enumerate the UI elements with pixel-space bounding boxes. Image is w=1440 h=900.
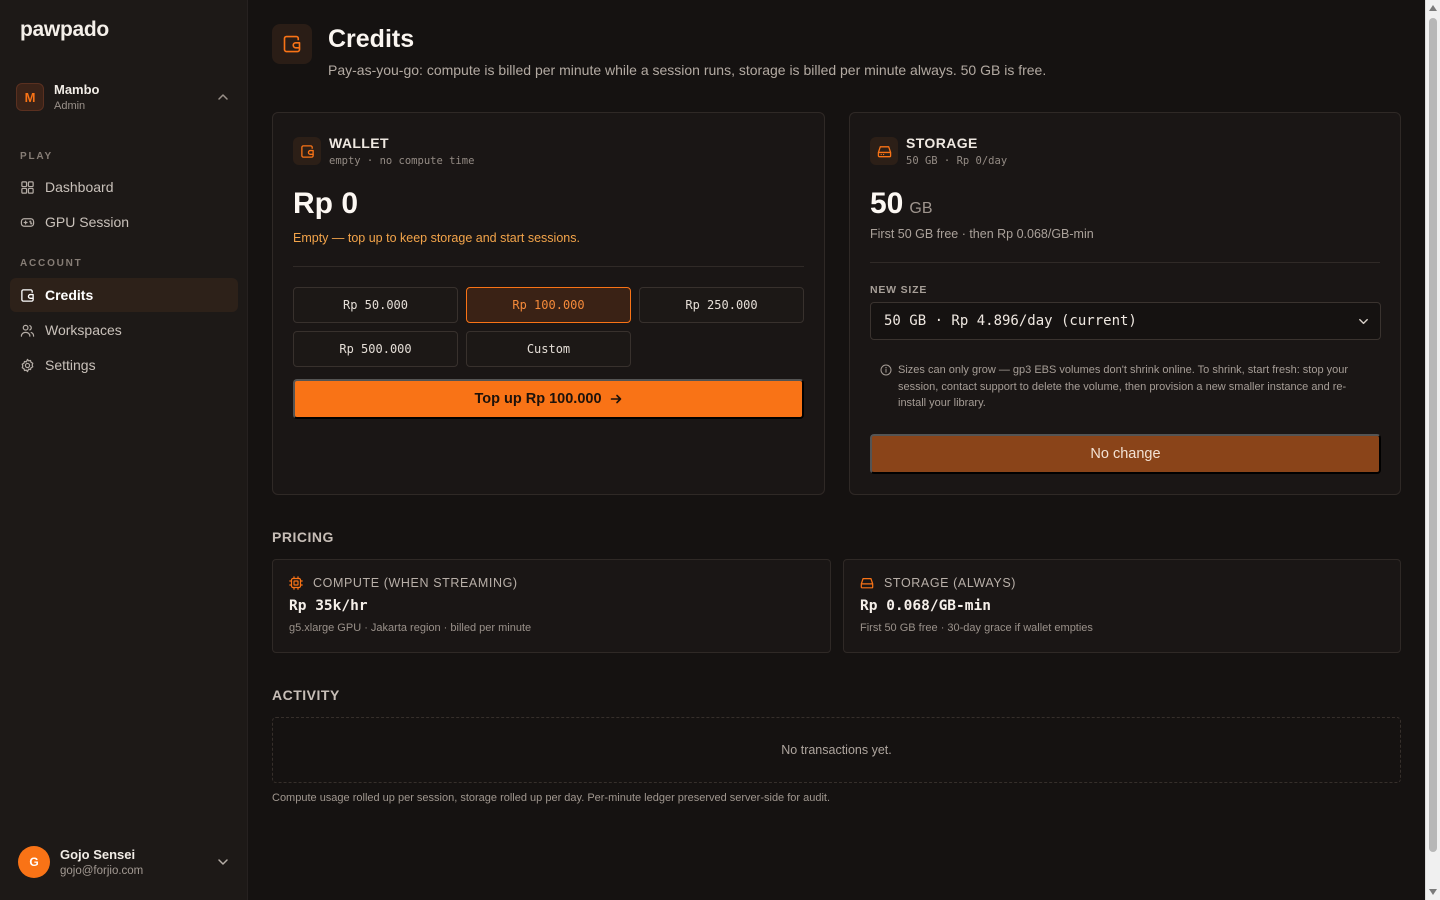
divider — [293, 266, 804, 267]
page-title: Credits — [328, 25, 415, 53]
storage-price: Rp 0.068/GB-min — [860, 598, 991, 614]
no-change-button[interactable]: No change — [870, 434, 1381, 474]
wallet-warning: Empty — top up to keep storage and start… — [293, 231, 580, 245]
compute-pricing-detail: g5.xlarge GPU · Jakarta region · billed … — [289, 622, 532, 634]
nav-section-play: PLAY — [20, 151, 53, 162]
user-menu[interactable]: G Gojo Sensei gojo@forjio.com — [18, 844, 238, 880]
wallet-balance: Rp 0 — [293, 187, 359, 220]
amount-option-custom[interactable]: Custom — [466, 331, 631, 367]
chevron-down-icon — [218, 859, 228, 865]
sidebar-item-label: Settings — [45, 357, 96, 373]
app-logo-text: pawpado — [20, 18, 109, 41]
storage-card: STORAGE 50 GB · Rp 0/day 50 GB First 50 G… — [849, 112, 1401, 495]
sidebar-item-label: Credits — [45, 287, 94, 303]
wallet-icon — [283, 35, 301, 53]
storage-note: Sizes can only grow — gp3 EBS volumes do… — [880, 362, 1370, 412]
org-role: Admin — [54, 100, 86, 112]
page-subtitle: Pay-as-you-go: compute is billed per min… — [328, 62, 1047, 78]
activity-title: ACTIVITY — [272, 687, 340, 703]
new-size-label: NEW SIZE — [870, 284, 928, 296]
storage-size-select[interactable]: 50 GB · Rp 4.896/day (current) — [870, 302, 1381, 340]
sidebar-item-label: Workspaces — [45, 322, 122, 338]
pricing-title: PRICING — [272, 529, 334, 545]
storage-size-unit: GB — [909, 200, 933, 217]
scroll-down-arrow-icon[interactable] — [1429, 889, 1437, 895]
app-logo[interactable]: pawpado — [20, 18, 109, 42]
wallet-card: WALLET empty · no compute time Rp 0 Empt… — [272, 112, 825, 495]
activity-footnote: Compute usage rolled up per session, sto… — [272, 792, 831, 804]
gamepad-icon — [20, 217, 35, 227]
org-avatar: M — [16, 83, 44, 111]
sidebar-item-settings[interactable]: Settings — [10, 348, 238, 382]
cpu-icon — [289, 576, 303, 590]
page-icon — [272, 24, 312, 64]
activity-empty-text: No transactions yet. — [781, 743, 892, 757]
storage-size-select-value: 50 GB · Rp 4.896/day (current) — [884, 313, 1137, 329]
sidebar-item-label: GPU Session — [45, 214, 130, 230]
nav-section-account: ACCOUNT — [20, 258, 83, 269]
wallet-title: WALLET — [329, 135, 389, 151]
avatar: G — [18, 846, 50, 878]
sidebar-item-dashboard[interactable]: Dashboard — [10, 170, 238, 204]
amount-option-50000[interactable]: Rp 50.000 — [293, 287, 458, 323]
amount-option-100000[interactable]: Rp 100.000 — [466, 287, 631, 323]
chevron-down-icon — [1359, 318, 1368, 325]
sidebar: pawpado M Mambo Admin PLAY Dashboard GPU… — [0, 0, 248, 900]
compute-pricing-label: COMPUTE (WHEN STREAMING) — [313, 576, 518, 590]
top-up-label: Top up Rp 100.000 — [474, 391, 602, 407]
grid-icon — [21, 180, 34, 194]
sidebar-item-credits[interactable]: Credits — [10, 278, 238, 312]
compute-price: Rp 35k/hr — [289, 598, 368, 614]
hard-drive-icon — [877, 145, 891, 157]
org-switcher[interactable]: M Mambo Admin — [16, 80, 236, 114]
storage-card-icon — [870, 137, 898, 165]
wallet-icon — [300, 144, 314, 158]
user-email: gojo@forjio.com — [60, 865, 144, 877]
scrollbar[interactable] — [1425, 0, 1440, 900]
arrow-right-icon — [610, 394, 621, 404]
activity-empty-state: No transactions yet. — [272, 717, 1401, 783]
scrollbar-thumb[interactable] — [1429, 18, 1437, 852]
wallet-card-icon — [293, 137, 321, 165]
storage-pricing-line: First 50 GB free · then Rp 0.068/GB-min — [870, 227, 1094, 241]
sidebar-item-workspaces[interactable]: Workspaces — [10, 313, 238, 347]
users-icon — [20, 324, 35, 337]
org-name: Mambo — [54, 82, 100, 97]
wallet-subtitle: empty · no compute time — [329, 155, 475, 167]
top-up-button[interactable]: Top up Rp 100.000 — [293, 379, 804, 419]
amount-option-250000[interactable]: Rp 250.000 — [639, 287, 804, 323]
info-icon — [880, 364, 892, 376]
storage-size: 50 GB — [870, 187, 933, 221]
storage-pricing-detail: First 50 GB free · 30-day grace if walle… — [860, 622, 1093, 634]
chevron-up-icon — [218, 94, 228, 100]
storage-note-text: Sizes can only grow — gp3 EBS volumes do… — [898, 364, 1349, 409]
sidebar-item-label: Dashboard — [45, 179, 114, 195]
storage-size-value: 50 — [870, 187, 904, 220]
gear-icon — [21, 358, 34, 372]
compute-pricing-card: COMPUTE (WHEN STREAMING) Rp 35k/hr g5.xl… — [272, 559, 831, 653]
storage-pricing-card: STORAGE (ALWAYS) Rp 0.068/GB-min First 5… — [843, 559, 1401, 653]
storage-subtitle: 50 GB · Rp 0/day — [906, 155, 1008, 167]
sidebar-item-gpu-session[interactable]: GPU Session — [10, 205, 238, 239]
user-name: Gojo Sensei — [60, 847, 136, 862]
scroll-up-arrow-icon[interactable] — [1429, 5, 1437, 11]
wallet-icon — [21, 288, 34, 302]
storage-pricing-label: STORAGE (ALWAYS) — [884, 576, 1017, 590]
hard-drive-icon — [860, 578, 874, 589]
storage-title: STORAGE — [906, 135, 978, 151]
amount-option-500000[interactable]: Rp 500.000 — [293, 331, 458, 367]
divider — [870, 262, 1380, 263]
